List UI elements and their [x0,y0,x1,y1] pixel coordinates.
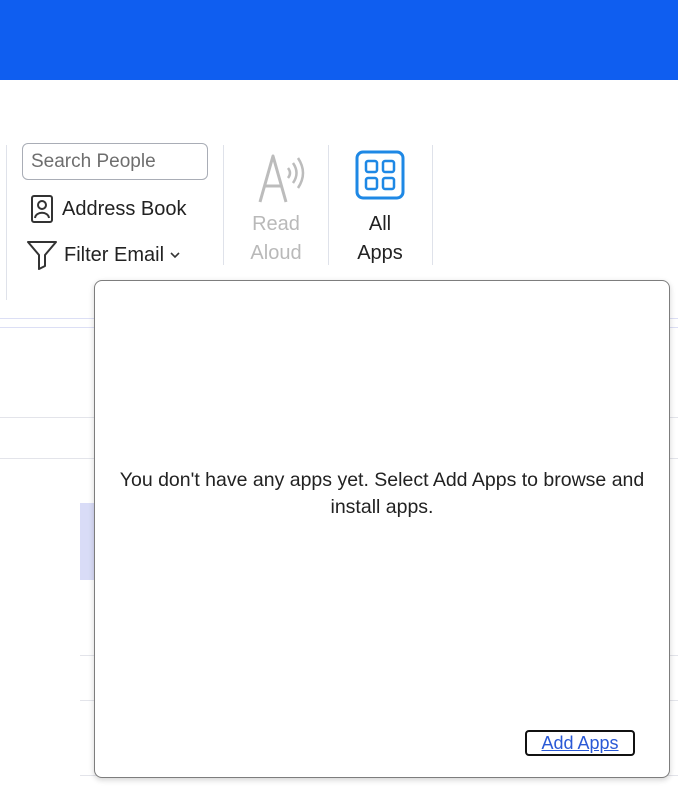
chevron-down-icon [170,251,180,259]
address-book-label: Address Book [62,197,187,220]
all-apps-label-line2: Apps [357,242,403,264]
filter-email-button[interactable]: Filter Email [26,239,180,271]
ribbon-divider [328,145,329,265]
empty-apps-message: You don't have any apps yet. Select Add … [119,469,645,518]
all-apps-label-line1: All [368,213,392,235]
add-apps-button[interactable]: Add Apps [525,730,635,756]
read-aloud-label-line1: Read [252,213,300,235]
ribbon-divider [223,145,224,265]
filter-email-label: Filter Email [64,243,165,266]
search-people-input[interactable] [23,144,207,179]
read-aloud-icon [246,148,306,208]
ribbon-divider [432,145,433,265]
filter-icon [26,239,58,271]
search-people-field[interactable] [22,143,208,180]
read-aloud-button[interactable]: Read Aloud [238,148,314,268]
add-apps-link[interactable]: Add Apps [541,733,618,754]
address-book-button[interactable]: Address Book [30,193,187,225]
apps-flyout: You don't have any apps yet. Select Add … [94,280,670,778]
ribbon-divider [6,145,7,300]
all-apps-button[interactable]: All Apps [343,148,417,268]
read-aloud-label-line2: Aloud [250,242,302,264]
apps-grid-icon [354,148,406,208]
title-bar [0,0,678,80]
address-book-icon [30,194,54,224]
